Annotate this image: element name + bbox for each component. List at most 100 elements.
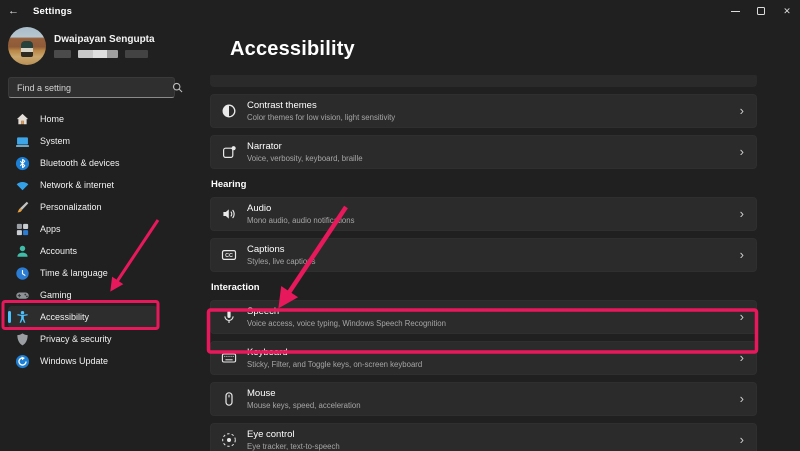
window-title: Settings [33,6,72,17]
row-keyboard[interactable]: Keyboard Sticky, Filter, and Toggle keys,… [210,341,757,375]
maximize-button[interactable] [748,0,774,22]
accessibility-icon [15,310,30,325]
row-text: MouseMouse keys, speed, acceleration [247,388,361,410]
sidebar-item-label: Network & internet [40,180,114,190]
row-subtitle: Sticky, Filter, and Toggle keys, on-scre… [247,360,422,369]
mouse-icon [220,391,237,408]
row-eye-control[interactable]: Eye control Eye tracker, text-to-speech › [210,423,757,451]
sidebar-item-accessibility[interactable]: Accessibility [8,306,158,328]
row-text: AudioMono audio, audio notifications [247,203,355,225]
sidebar-nav: Home System Bluetooth & devices Network & i… [8,108,192,372]
sidebar-item-label: Personalization [40,202,102,212]
sidebar-item-label: Home [40,114,64,124]
back-icon[interactable]: ← [8,5,24,17]
chevron-right-icon: › [740,394,744,404]
chevron-right-icon: › [740,353,744,363]
section-header-interaction: Interaction [211,282,757,293]
chevron-right-icon: › [740,106,744,116]
audio-icon [220,206,237,223]
row-title: Captions [247,244,315,255]
row-contrast-themes[interactable]: Contrast themes Color themes for low visi… [210,94,757,128]
row-title: Speech [247,306,446,317]
row-subtitle: Mono audio, audio notifications [247,216,355,225]
speech-icon [220,309,237,326]
row-text: SpeechVoice access, voice typing, Window… [247,306,446,328]
row-subtitle: Color themes for low vision, light sensi… [247,113,395,122]
contrast-themes-icon [220,103,237,120]
sidebar-item-label: Accessibility [40,312,89,322]
sidebar-item-bluetooth-devices[interactable]: Bluetooth & devices [8,152,192,174]
sidebar-item-apps[interactable]: Apps [8,218,192,240]
personalization-icon [15,200,30,215]
profile-name: Dwaipayan Sengupta [54,34,155,45]
network-icon [15,178,30,193]
row-text: Eye control Eye tracker, text-to-speech [247,429,340,451]
minimize-button[interactable] [722,0,748,22]
profile: Dwaipayan Sengupta [8,27,192,65]
chevron-right-icon: › [740,312,744,322]
partial-row[interactable] [210,75,757,87]
section-header-hearing: Hearing [211,179,757,190]
search-box [8,77,192,98]
row-title: Narrator [247,141,363,152]
row-title: Mouse [247,388,361,399]
sidebar-item-label: Apps [40,224,61,234]
titlebar: ← Settings ✕ [0,0,800,22]
chevron-right-icon: › [740,209,744,219]
profile-redacted-email [54,50,155,58]
app-layout: Dwaipayan Sengupta Home System Bluetooth &… [0,22,800,451]
sidebar: Dwaipayan Sengupta Home System Bluetooth &… [0,22,200,451]
row-text: Narrator Voice, verbosity, keyboard, brai… [247,141,363,163]
keyboard-icon [220,350,237,367]
search-icon [171,81,184,94]
privacy-security-icon [15,332,30,347]
row-audio[interactable]: AudioMono audio, audio notifications › [210,197,757,231]
sidebar-item-label: Bluetooth & devices [40,158,120,168]
sidebar-item-accounts[interactable]: Accounts [8,240,192,262]
row-title: Contrast themes [247,100,395,111]
row-subtitle: Eye tracker, text-to-speech [247,442,340,451]
redacted-bar [125,50,148,58]
bluetooth-icon [15,156,30,171]
row-narrator[interactable]: Narrator Voice, verbosity, keyboard, brai… [210,135,757,169]
sidebar-item-label: Gaming [40,290,72,300]
sidebar-item-label: Privacy & security [40,334,112,344]
profile-info: Dwaipayan Sengupta [54,34,155,65]
sidebar-item-label: Windows Update [40,356,108,366]
search-input[interactable] [8,77,175,98]
sidebar-item-system[interactable]: System [8,130,192,152]
row-speech[interactable]: SpeechVoice access, voice typing, Window… [210,300,757,334]
chevron-right-icon: › [740,435,744,445]
row-subtitle: Voice, verbosity, keyboard, braille [247,154,363,163]
row-title: Keyboard [247,347,422,358]
sidebar-item-personalization[interactable]: Personalization [8,196,192,218]
apps-icon [15,222,30,237]
sidebar-item-time-language[interactable]: Time & language [8,262,192,284]
sidebar-item-windows-update[interactable]: Windows Update [8,350,192,372]
sidebar-item-privacy-security[interactable]: Privacy & security [8,328,192,350]
row-title: Eye control [247,429,340,440]
captions-icon: CC [220,247,237,264]
sidebar-item-home[interactable]: Home [8,108,192,130]
row-mouse[interactable]: MouseMouse keys, speed, acceleration › [210,382,757,416]
svg-text:CC: CC [225,253,233,259]
gaming-icon [15,288,30,303]
chevron-right-icon: › [740,250,744,260]
avatar [8,27,46,65]
maximize-icon [757,7,765,15]
eye-control-icon [220,432,237,449]
row-text: Contrast themes Color themes for low visi… [247,100,395,122]
system-icon [15,134,30,149]
sidebar-item-label: System [40,136,70,146]
minimize-icon [731,11,740,12]
narrator-icon [220,144,237,161]
page-title: Accessibility [230,38,800,61]
close-button[interactable]: ✕ [774,0,800,22]
sidebar-item-network-internet[interactable]: Network & internet [8,174,192,196]
sidebar-item-gaming[interactable]: Gaming [8,284,192,306]
row-text: CaptionsStyles, live captions [247,244,315,266]
home-icon [15,112,30,127]
redacted-bar [54,50,71,58]
row-text: Keyboard Sticky, Filter, and Toggle keys,… [247,347,422,369]
row-captions[interactable]: CC CaptionsStyles, live captions › [210,238,757,272]
